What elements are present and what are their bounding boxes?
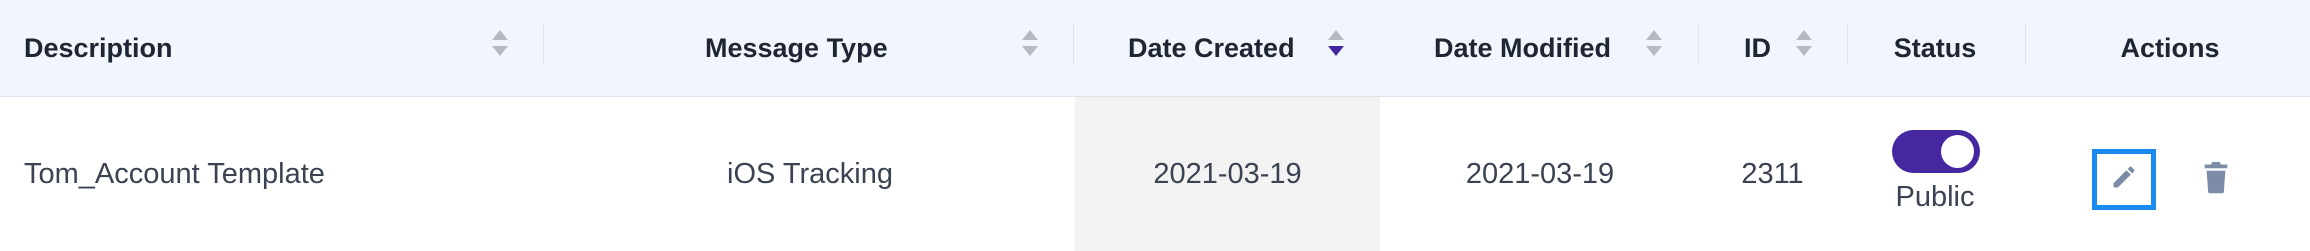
column-label-status: Status xyxy=(1893,32,1977,63)
status-label: Public xyxy=(1895,181,1975,213)
column-label-description: Description xyxy=(24,32,173,63)
sort-arrows-icon[interactable] xyxy=(490,28,510,58)
sort-arrows-icon[interactable] xyxy=(1644,28,1664,58)
column-header-actions: Actions xyxy=(2060,0,2280,96)
column-divider xyxy=(2025,24,2026,64)
cell-id: 2311 xyxy=(1741,157,1804,190)
cell-date-created: 2021-03-19 xyxy=(1153,157,1302,190)
sort-arrows-icon[interactable] xyxy=(1020,28,1040,58)
column-header-message-type[interactable]: Message Type xyxy=(705,0,888,96)
column-header-id[interactable]: ID xyxy=(1744,0,1771,96)
toggle-knob xyxy=(1941,135,1974,168)
column-divider xyxy=(1847,24,1848,64)
table-header: Description Message Type Date Created Da… xyxy=(0,0,2310,97)
column-header-status: Status xyxy=(1860,0,2010,96)
column-label-message-type: Message Type xyxy=(705,32,888,63)
table-row[interactable]: Tom_Account Template iOS Tracking 2021-0… xyxy=(0,97,2310,251)
sort-arrows-icon[interactable] xyxy=(1794,28,1814,58)
status-toggle[interactable] xyxy=(1892,130,1980,173)
column-divider xyxy=(1698,24,1699,64)
cell-message-type: iOS Tracking xyxy=(727,157,893,190)
column-label-date-modified: Date Modified xyxy=(1434,32,1612,63)
message-templates-table: Description Message Type Date Created Da… xyxy=(0,0,2310,251)
pencil-icon xyxy=(2110,163,2138,196)
trash-icon xyxy=(2201,160,2231,199)
edit-button[interactable] xyxy=(2092,149,2156,210)
cell-description: Tom_Account Template xyxy=(24,157,325,190)
cell-date-modified: 2021-03-19 xyxy=(1465,157,1615,190)
column-divider xyxy=(543,24,544,64)
column-header-date-modified[interactable]: Date Modified xyxy=(1434,0,1611,96)
column-divider xyxy=(1073,24,1074,64)
sort-descending-icon[interactable] xyxy=(1326,28,1346,58)
delete-button[interactable] xyxy=(2198,159,2234,199)
column-label-date-created: Date Created xyxy=(1128,32,1295,63)
column-label-actions: Actions xyxy=(2120,32,2220,63)
column-header-date-created[interactable]: Date Created xyxy=(1128,0,1295,96)
column-label-id: ID xyxy=(1744,32,1771,63)
column-header-description[interactable]: Description xyxy=(24,0,173,96)
